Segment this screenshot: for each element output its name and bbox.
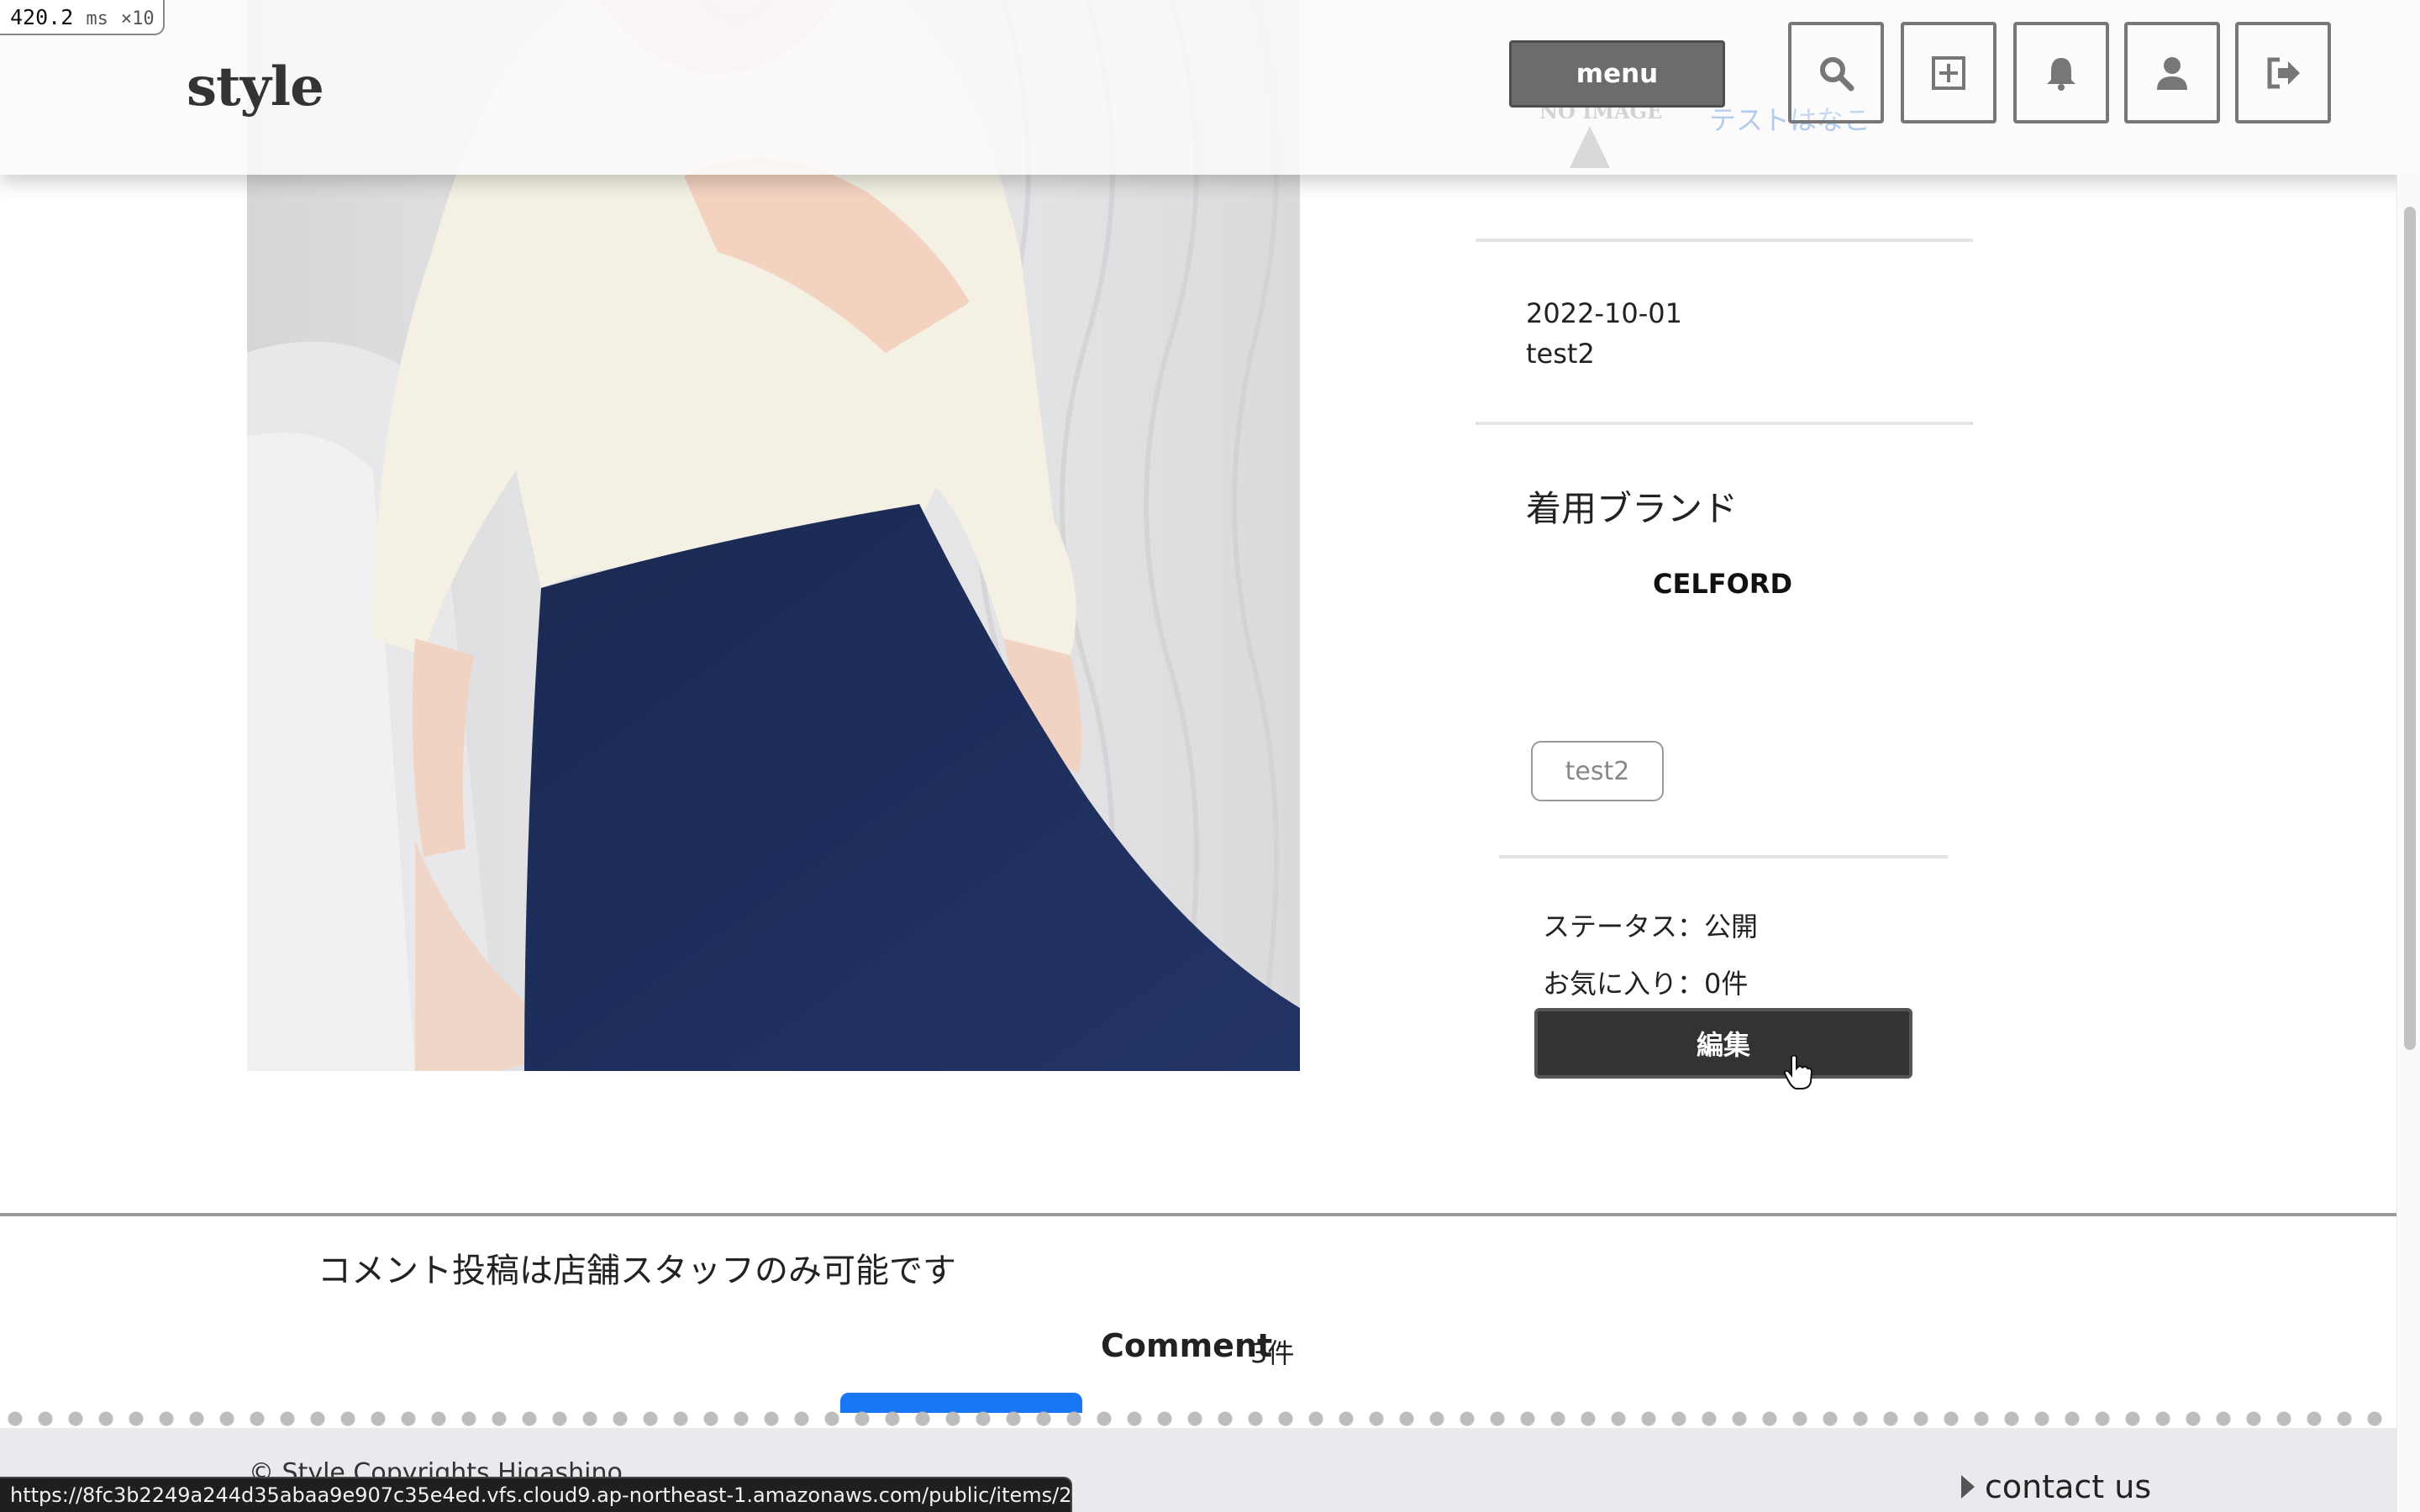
favorite-count: お気に入り：0件 — [1543, 968, 1749, 1000]
logout-button[interactable] — [2235, 22, 2331, 123]
perf-multiplier: ×10 — [120, 8, 155, 29]
profile-button[interactable] — [2124, 22, 2220, 123]
add-post-button[interactable] — [1901, 22, 1996, 123]
post-date: 2022-10-01 — [1526, 297, 1682, 329]
site-logo[interactable]: style — [187, 55, 324, 118]
dotted-divider — [0, 1410, 2396, 1428]
post-author: test2 — [1526, 338, 1595, 370]
edit-button[interactable]: 編集 — [1534, 1008, 1912, 1079]
menu-button[interactable]: menu — [1509, 40, 1725, 108]
notifications-button[interactable] — [2013, 22, 2109, 123]
comment-count: 3件 — [1250, 1337, 1295, 1369]
search-button[interactable] — [1788, 22, 1884, 123]
header: style NO IMAGE テストはなこ menu — [0, 0, 2420, 175]
divider — [1476, 422, 1973, 425]
search-icon — [1820, 56, 1854, 91]
comment-restriction-note: コメント投稿は店舗スタッフのみ可能です — [318, 1252, 956, 1290]
divider — [1476, 239, 1973, 242]
scroll-thumb[interactable] — [2404, 207, 2416, 1050]
link-status-bar: https://8fc3b2249a244d35abaa9e907c35e4ed… — [0, 1477, 1072, 1512]
avatar-placeholder-icon — [1570, 126, 1610, 168]
logout-icon — [2267, 57, 2300, 88]
add-icon — [1932, 55, 1965, 90]
perf-overlay: 420.2 ms ×10 — [0, 0, 165, 35]
user-icon — [2157, 56, 2187, 90]
section-divider — [0, 1213, 2396, 1216]
perf-value: 420.2 — [10, 5, 74, 29]
divider — [1499, 855, 1948, 858]
tag-chip[interactable]: test2 — [1531, 741, 1664, 801]
perf-unit: ms — [86, 8, 108, 29]
contact-link[interactable]: contact us — [1985, 1468, 2151, 1505]
bell-icon — [2047, 57, 2075, 91]
hand-cursor-icon — [1783, 1054, 1813, 1089]
user-avatar: NO IMAGE — [1539, 99, 1662, 168]
comment-title: Comment — [1101, 1327, 1273, 1364]
brand-name[interactable]: CELFORD — [1474, 568, 1971, 600]
brand-heading: 着用ブランド — [1526, 488, 1739, 529]
publish-status: ステータス：公開 — [1543, 911, 1759, 942]
page-scrollbar[interactable] — [2396, 175, 2420, 1512]
caret-right-icon — [1961, 1475, 1975, 1499]
